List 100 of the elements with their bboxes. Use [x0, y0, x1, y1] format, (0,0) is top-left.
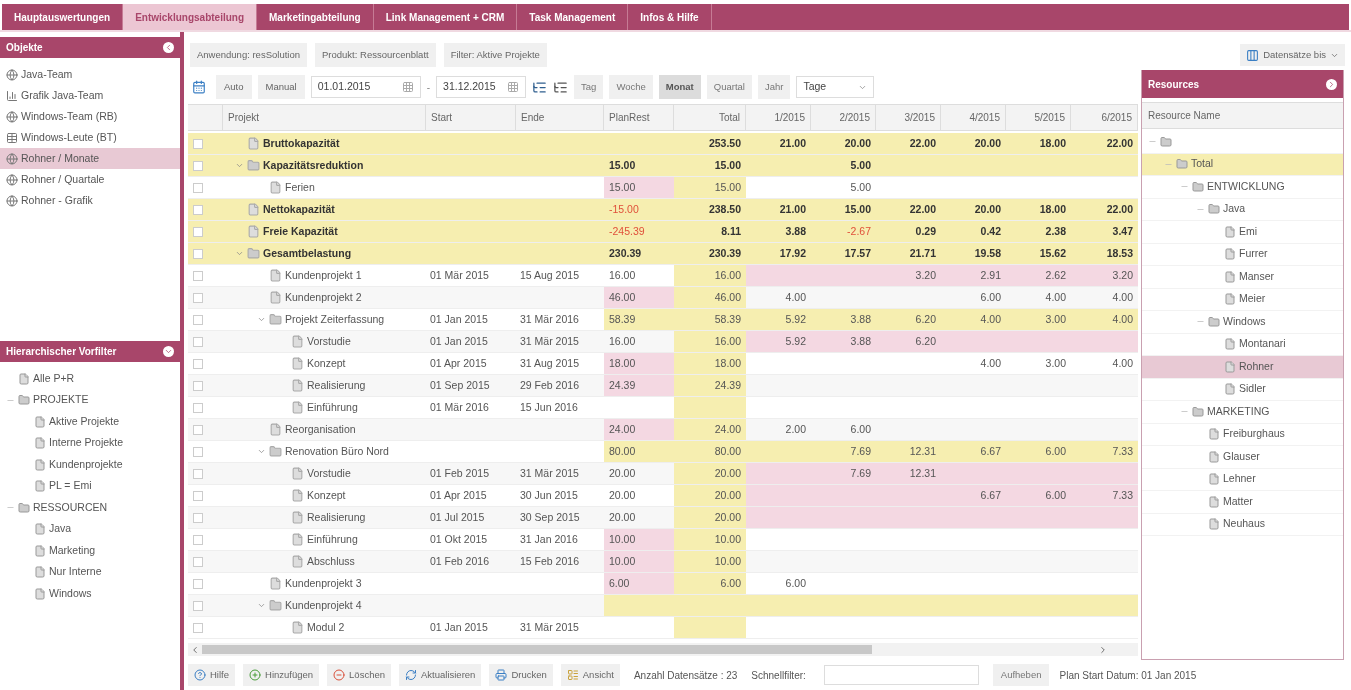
tree-item[interactable]: Java [49, 521, 72, 538]
resource-row[interactable]: Java [1142, 198, 1343, 221]
column-header[interactable]: 6/2015 [1071, 105, 1138, 130]
date-field[interactable]: 31.12.2015 [436, 76, 527, 98]
row-checkbox[interactable] [193, 534, 203, 545]
calendar-grid-icon[interactable] [507, 81, 520, 93]
mode-button[interactable]: Manual [257, 74, 305, 100]
tree-item[interactable]: Interne Projekte [49, 435, 124, 452]
collapse-tree-icon[interactable] [553, 79, 569, 95]
row-checkbox[interactable] [193, 490, 203, 501]
row-checkbox[interactable] [193, 204, 203, 215]
collapse-icon[interactable] [163, 346, 174, 357]
footer-button[interactable]: Hinzufügen [243, 663, 320, 687]
resource-row[interactable]: Emi [1142, 221, 1343, 244]
resource-row[interactable]: MARKETING [1142, 401, 1343, 424]
footer-button[interactable]: Löschen [327, 663, 391, 687]
scroll-right-icon[interactable] [1098, 644, 1108, 655]
tree-item[interactable]: PL = Emi [49, 478, 92, 495]
column-header[interactable]: Start [426, 105, 516, 130]
object-item[interactable]: Java-Team [0, 64, 180, 85]
resource-row[interactable]: Meier [1142, 288, 1343, 311]
scroll-left-icon[interactable] [190, 644, 200, 655]
table-row[interactable]: Abschluss 01 Feb 2016 15 Feb 2016 10.00 10.00 [188, 551, 1138, 573]
object-item[interactable]: Windows-Leute (BT) [0, 127, 180, 148]
tree-item[interactable]: PROJEKTE [33, 392, 89, 409]
column-header[interactable]: 2/2015 [811, 105, 876, 130]
records-dropdown[interactable]: Datensätze bis [1240, 43, 1345, 67]
expand-caret-icon[interactable] [257, 447, 266, 456]
footer-button[interactable]: Drucken [489, 663, 553, 687]
mode-button[interactable]: Auto [216, 74, 252, 100]
object-item[interactable]: Grafik Java-Team [0, 85, 180, 106]
column-header[interactable]: 4/2015 [941, 105, 1006, 130]
expand-caret-icon[interactable] [257, 315, 266, 324]
expand-caret-icon[interactable] [235, 249, 244, 258]
table-row[interactable]: Projekt Zeiterfassung 01 Jan 2015 31 Mär 2016 58.39 58.39 5.92 3.88 6.20 4.00 3.00 4.00 [188, 309, 1138, 331]
table-row[interactable]: Konzept 01 Apr 2015 30 Jun 2015 20.00 20.00 6.67 6.00 7.33 [188, 485, 1138, 507]
resource-row[interactable]: Manser [1142, 266, 1343, 289]
period-button[interactable]: Tag [574, 74, 604, 100]
expand-tree-icon[interactable] [532, 79, 548, 95]
row-checkbox[interactable] [193, 380, 203, 391]
quick-filter-field[interactable] [823, 665, 979, 685]
table-row[interactable]: Kundenprojekt 1 01 Mär 2015 15 Aug 2015 16.00 16.00 3.20 2.91 2.62 3.20 [188, 265, 1138, 287]
row-checkbox[interactable] [193, 182, 203, 193]
unit-select[interactable]: Tage [796, 76, 875, 98]
object-item[interactable]: Rohner / Monate [0, 148, 180, 169]
resource-row[interactable]: Furrer [1142, 243, 1343, 266]
collapse-icon[interactable] [163, 42, 174, 53]
row-checkbox[interactable] [193, 600, 203, 611]
resource-row[interactable]: Lehner [1142, 468, 1343, 491]
table-row[interactable]: Vorstudie 01 Feb 2015 31 Mär 2015 20.00 20.00 7.69 12.31 [188, 463, 1138, 485]
tree-item[interactable]: Marketing [49, 542, 96, 559]
table-row[interactable]: Nettokapazität -15.00 238.50 21.00 15.00 22.00 20.00 18.00 22.00 [188, 199, 1138, 221]
period-button[interactable]: Jahr [757, 74, 791, 100]
expand-caret-icon[interactable] [235, 161, 244, 170]
tree-item[interactable]: RESSOURCEN [33, 499, 108, 516]
tree-item[interactable]: Aktive Projekte [49, 413, 120, 430]
table-row[interactable]: Kundenprojekt 4 [188, 595, 1138, 617]
period-button[interactable]: Quartal [706, 74, 752, 100]
horizontal-scrollbar[interactable] [188, 643, 1138, 656]
row-checkbox[interactable] [193, 578, 203, 589]
row-checkbox[interactable] [193, 402, 203, 413]
row-checkbox[interactable] [193, 292, 203, 303]
clear-button[interactable]: Aufheben [992, 663, 1050, 687]
object-item[interactable]: Rohner / Quartale [0, 169, 180, 190]
row-checkbox[interactable] [193, 336, 203, 347]
resource-row[interactable]: Windows [1142, 311, 1343, 334]
expand-caret-icon[interactable] [257, 601, 266, 610]
table-row[interactable]: Kundenprojekt 3 6.00 6.00 6.00 [188, 573, 1138, 595]
resource-row[interactable]: Freiburghaus [1142, 423, 1343, 446]
calendar-grid-icon[interactable] [401, 81, 414, 93]
table-row[interactable]: Reorganisation 24.00 24.00 2.00 6.00 [188, 419, 1138, 441]
row-checkbox[interactable] [193, 358, 203, 369]
resource-row[interactable]: Total [1142, 153, 1343, 176]
row-checkbox[interactable] [193, 160, 203, 171]
tree-item[interactable]: Nur Interne [49, 564, 102, 581]
nav-tab[interactable]: Entwicklungsabteilung [123, 4, 258, 30]
row-checkbox[interactable] [193, 138, 203, 149]
table-row[interactable]: Freie Kapazität -245.39 8.11 3.88 -2.67 0.29 0.42 2.38 3.47 [188, 221, 1138, 243]
expand-icon[interactable] [1326, 78, 1337, 90]
column-header[interactable]: 5/2015 [1006, 105, 1071, 130]
table-row[interactable]: Kundenprojekt 2 46.00 46.00 4.00 6.00 4.00 4.00 [188, 287, 1138, 309]
column-header[interactable]: 1/2015 [746, 105, 811, 130]
footer-button[interactable]: Hilfe [188, 663, 235, 687]
column-header[interactable]: PlanRest [604, 105, 674, 130]
resource-row[interactable]: Neuhaus [1142, 513, 1343, 536]
tree-item[interactable]: Alle P+R [33, 370, 75, 387]
row-checkbox[interactable] [193, 270, 203, 281]
object-item[interactable]: Rohner - Grafik [0, 190, 180, 211]
table-row[interactable]: Kapazitätsreduktion 15.00 15.00 5.00 [188, 155, 1138, 177]
table-row[interactable]: Vorstudie 01 Jan 2015 31 Mär 2015 16.00 16.00 5.92 3.88 6.20 [188, 331, 1138, 353]
table-row[interactable]: Einführung 01 Mär 2016 15 Jun 2016 [188, 397, 1138, 419]
table-row[interactable]: Ferien 15.00 15.00 5.00 [188, 177, 1138, 199]
table-row[interactable]: Konzept 01 Apr 2015 31 Aug 2015 18.00 18.00 4.00 3.00 4.00 [188, 353, 1138, 375]
tree-item[interactable]: Windows [49, 585, 92, 602]
table-row[interactable]: Renovation Büro Nord 80.00 80.00 7.69 12.31 6.67 6.00 7.33 [188, 441, 1138, 463]
table-row[interactable]: Realisierung 01 Jul 2015 30 Sep 2015 20.00 20.00 [188, 507, 1138, 529]
table-row[interactable]: Realisierung 01 Sep 2015 29 Feb 2016 24.39 24.39 [188, 375, 1138, 397]
column-header[interactable]: Projekt [223, 105, 426, 130]
object-item[interactable]: Windows-Team (RB) [0, 106, 180, 127]
table-row[interactable]: Gesamtbelastung 230.39 230.39 17.92 17.57 21.71 19.58 15.62 18.53 [188, 243, 1138, 265]
